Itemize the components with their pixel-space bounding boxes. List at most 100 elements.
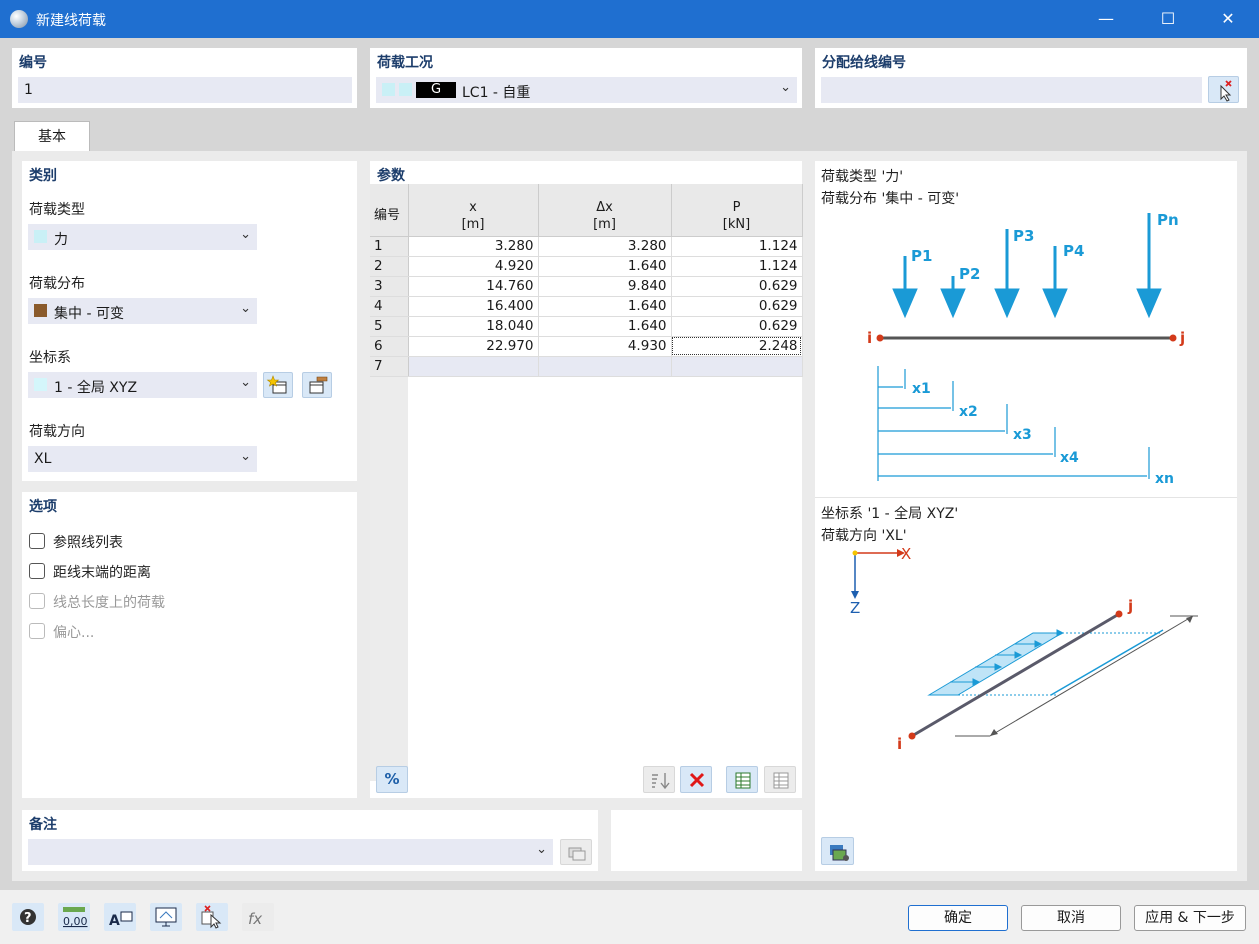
bottom-bar: ? 0,00 A fx 确定 取消 应用 & 下一步 xyxy=(0,890,1259,944)
axis-x-label: X xyxy=(901,545,911,563)
cell-p[interactable]: 1.124 xyxy=(671,236,803,257)
preview-load-type: 荷载类型 '力' xyxy=(821,169,904,185)
loadcase-color-swatch xyxy=(382,83,395,96)
cell-p-active[interactable]: 2.248 xyxy=(671,336,803,357)
text-settings-button[interactable]: A xyxy=(104,903,136,931)
member-node-j-label: j xyxy=(1127,597,1133,615)
cell-p[interactable] xyxy=(671,356,803,377)
loadcase-panel: 荷载工况 G LC1 - 自重 ⌄ xyxy=(370,48,802,108)
number-input[interactable]: 1 xyxy=(18,77,352,103)
cell-p[interactable]: 0.629 xyxy=(671,296,803,317)
cell-x[interactable]: 16.400 xyxy=(408,296,539,317)
option-label: 线总长度上的荷载 xyxy=(53,595,165,611)
close-button[interactable]: ✕ xyxy=(1208,6,1248,32)
cell-dx[interactable]: 3.280 xyxy=(538,236,672,257)
cell-p[interactable]: 0.629 xyxy=(671,316,803,337)
remarks-input[interactable]: ⌄ xyxy=(28,839,553,865)
help-button[interactable]: ? xyxy=(12,903,44,931)
ok-button[interactable]: 确定 xyxy=(908,905,1008,931)
preview-options-button[interactable] xyxy=(821,837,854,865)
origin-point xyxy=(852,550,858,556)
coord-system-select[interactable]: 1 - 全局 XYZ ⌄ xyxy=(28,372,257,398)
row-number: 3 xyxy=(370,276,409,297)
node-i xyxy=(876,334,884,342)
axis-z-arrow xyxy=(851,591,859,599)
cancel-button[interactable]: 取消 xyxy=(1021,905,1121,931)
empty-panel xyxy=(611,810,802,871)
table-row: 6 22.970 4.930 2.248 xyxy=(370,336,803,357)
assign-input[interactable] xyxy=(821,77,1202,103)
formula-icon: fx xyxy=(248,910,262,928)
load-direction-label: 荷载方向 xyxy=(29,424,85,440)
delete-row-button[interactable] xyxy=(680,766,712,793)
table-import-icon xyxy=(773,772,789,789)
coord-system-swatch xyxy=(34,378,47,391)
cell-x[interactable]: 18.040 xyxy=(408,316,539,337)
checkbox-distance-from-end[interactable] xyxy=(29,563,45,579)
force-label-p3: P3 xyxy=(1013,227,1034,245)
cell-dx[interactable] xyxy=(538,356,672,377)
node-j xyxy=(1169,334,1177,342)
sort-icon xyxy=(652,773,670,790)
apply-next-button[interactable]: 应用 & 下一步 xyxy=(1134,905,1246,931)
cell-dx[interactable]: 1.640 xyxy=(538,296,672,317)
cell-dx[interactable]: 4.930 xyxy=(538,336,672,357)
formula-button[interactable]: fx xyxy=(242,903,274,931)
col-x-unit: [m] xyxy=(461,216,485,232)
edit-coord-system-button[interactable] xyxy=(302,372,332,398)
cell-x[interactable]: 3.280 xyxy=(408,236,539,257)
chevron-down-icon: ⌄ xyxy=(240,227,251,242)
load-type-select[interactable]: 力 ⌄ xyxy=(28,224,257,250)
cell-dx[interactable]: 1.640 xyxy=(538,316,672,337)
loadcase-select[interactable]: G LC1 - 自重 ⌄ xyxy=(376,77,797,103)
option-label: 偏心... xyxy=(53,625,95,641)
checkbox-reference-lines[interactable] xyxy=(29,533,45,549)
cell-x[interactable]: 14.760 xyxy=(408,276,539,297)
monitor-icon xyxy=(155,907,177,927)
view-button[interactable] xyxy=(150,903,182,931)
member-node-j xyxy=(1115,610,1123,618)
chevron-down-icon: ⌄ xyxy=(536,842,547,857)
cell-x[interactable]: 22.970 xyxy=(408,336,539,357)
load-distribution-select[interactable]: 集中 - 可变 ⌄ xyxy=(28,298,257,324)
maximize-button[interactable]: ☐ xyxy=(1148,6,1188,32)
load-distribution-swatch xyxy=(34,304,47,317)
pick-line-button[interactable] xyxy=(1208,76,1239,103)
cell-x[interactable]: 4.920 xyxy=(408,256,539,277)
remarks-label: 备注 xyxy=(29,817,57,833)
table-row: 4 16.400 1.640 0.629 xyxy=(370,296,803,317)
select-button[interactable] xyxy=(196,903,228,931)
edit-coord-system-icon xyxy=(309,376,328,394)
export-table-button[interactable] xyxy=(726,766,758,793)
dim-label-x2: x2 xyxy=(959,404,978,420)
svg-text:A: A xyxy=(109,913,120,929)
cell-p[interactable]: 1.124 xyxy=(671,256,803,277)
preview-coord-system: 坐标系 '1 - 全局 XYZ' xyxy=(821,506,959,522)
cell-dx[interactable]: 9.840 xyxy=(538,276,672,297)
pick-cursor-icon xyxy=(1220,80,1232,102)
col-header-dx: Δx [m] xyxy=(538,196,672,237)
dim-label-xn: xn xyxy=(1155,471,1174,487)
preview-divider xyxy=(815,497,1237,498)
row-number: 2 xyxy=(370,256,409,277)
percent-button[interactable]: % xyxy=(376,766,408,793)
table-row-new: 7 xyxy=(370,356,803,377)
new-coord-system-button[interactable] xyxy=(263,372,293,398)
cell-dx[interactable]: 1.640 xyxy=(538,256,672,277)
cell-x[interactable] xyxy=(408,356,539,377)
col-dx-unit: [m] xyxy=(593,216,616,232)
cell-p[interactable]: 0.629 xyxy=(671,276,803,297)
number-label: 编号 xyxy=(19,55,47,71)
svg-text:0,00: 0,00 xyxy=(63,915,88,928)
loadcase-value: LC1 - 自重 xyxy=(462,85,531,101)
load-type-value: 力 xyxy=(54,232,68,248)
assign-panel: 分配给线编号 xyxy=(815,48,1247,108)
dim-label-x3: x3 xyxy=(1013,427,1032,443)
load-direction-select[interactable]: XL ⌄ xyxy=(28,446,257,472)
checkbox-eccentricity xyxy=(29,623,45,639)
units-button[interactable]: 0,00 xyxy=(58,903,90,931)
tab-basic[interactable]: 基本 xyxy=(14,121,90,151)
minimize-button[interactable]: — xyxy=(1086,6,1126,32)
sort-button xyxy=(643,766,675,793)
table-row: 3 14.760 9.840 0.629 xyxy=(370,276,803,297)
